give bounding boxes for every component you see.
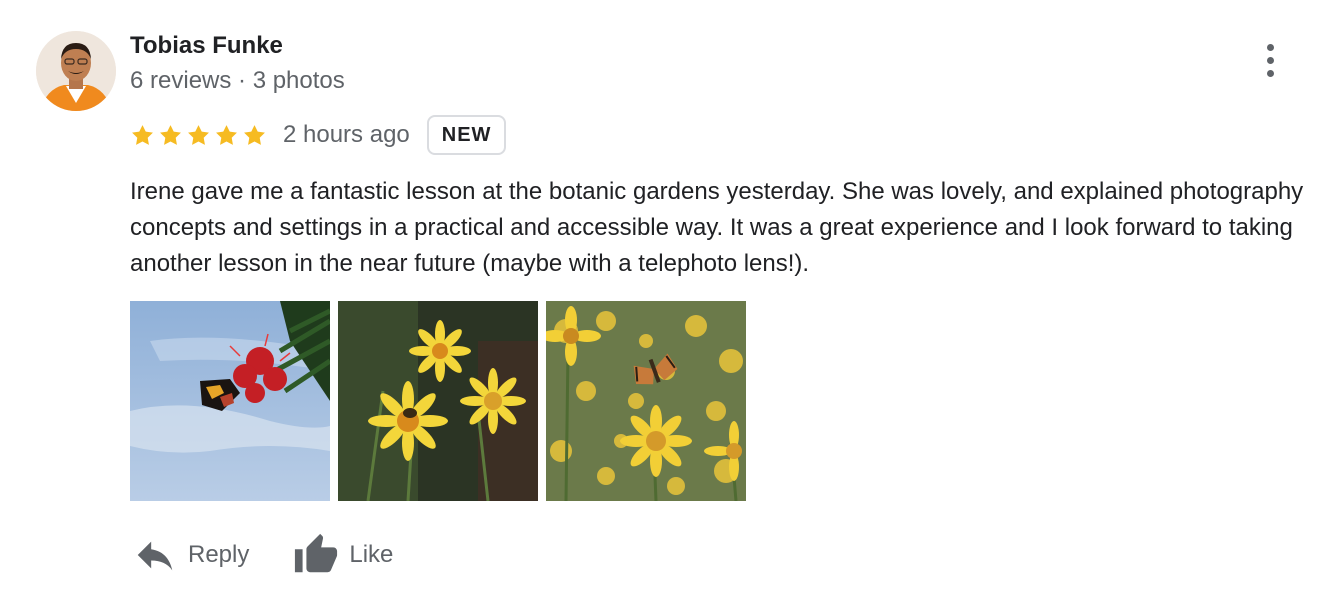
- review-actions: Reply Like: [132, 528, 393, 582]
- menu-dot: [1266, 43, 1274, 51]
- review-photos: [130, 301, 746, 501]
- new-badge: NEW: [426, 115, 507, 155]
- avatar-image: [36, 31, 116, 111]
- star-icon: [216, 124, 237, 145]
- rating-row: 2 hours ago NEW: [130, 113, 507, 157]
- like-button[interactable]: Like: [293, 528, 393, 582]
- more-vert-icon[interactable]: [1254, 40, 1286, 80]
- thumb-up-icon: [295, 533, 338, 573]
- reply-label: Reply: [188, 541, 250, 568]
- like-label: Like: [349, 541, 394, 568]
- star-icon: [160, 124, 181, 145]
- reply-icon: [137, 541, 173, 571]
- review-time: 2 hours ago: [283, 121, 410, 148]
- review-photo-1[interactable]: [130, 301, 330, 501]
- author-meta: 6 reviews · 3 photos: [130, 67, 345, 94]
- review-text: Irene gave me a fantastic lesson at the …: [130, 178, 1304, 277]
- star-rating: [130, 123, 267, 148]
- bee-daisies-image: [338, 301, 538, 501]
- author-avatar[interactable]: [36, 31, 116, 111]
- reply-button[interactable]: Reply: [132, 528, 249, 582]
- star-icon: [188, 124, 209, 145]
- review-photo-2[interactable]: [338, 301, 538, 501]
- butterfly-daisy-field-image: [546, 301, 746, 501]
- author-name[interactable]: Tobias Funke: [130, 31, 283, 61]
- star-icon: [244, 124, 265, 145]
- review-photo-3[interactable]: [546, 301, 746, 501]
- star-icon: [132, 124, 153, 145]
- butterfly-bottlebrush-image: [130, 301, 330, 501]
- menu-dot: [1266, 69, 1274, 77]
- menu-dot: [1266, 56, 1274, 64]
